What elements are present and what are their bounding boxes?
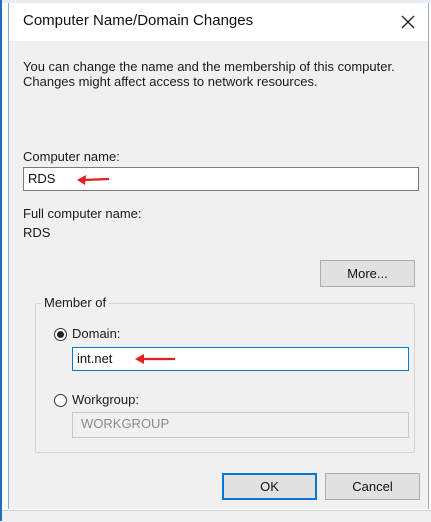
close-icon (401, 15, 415, 29)
title-bar: Computer Name/Domain Changes (9, 3, 428, 41)
background-window-edge (0, 0, 2, 521)
more-button[interactable]: More... (320, 260, 415, 287)
domain-input[interactable]: int.net (72, 347, 409, 371)
ok-button[interactable]: OK (222, 473, 317, 500)
domain-label: Domain: (72, 326, 121, 341)
computer-name-label: Computer name: (23, 149, 120, 164)
workgroup-label: Workgroup: (72, 392, 139, 407)
workgroup-input: WORKGROUP (72, 412, 409, 438)
dialog-description: You can change the name and the membersh… (23, 59, 395, 89)
domain-radio[interactable] (54, 328, 67, 341)
cancel-button[interactable]: Cancel (325, 473, 420, 500)
member-of-legend: Member of (41, 295, 110, 310)
computer-name-dialog: Computer Name/Domain Changes You can cha… (8, 3, 429, 509)
full-computer-name-value: RDS (23, 225, 51, 240)
annotation-arrow-computer-name (77, 175, 110, 185)
workgroup-radio[interactable] (54, 394, 67, 407)
background-window-bottom (2, 510, 431, 522)
dialog-title: Computer Name/Domain Changes (23, 12, 254, 29)
annotation-arrow-domain (135, 354, 175, 364)
close-button[interactable] (388, 3, 428, 41)
full-computer-name-label: Full computer name: (23, 206, 142, 221)
